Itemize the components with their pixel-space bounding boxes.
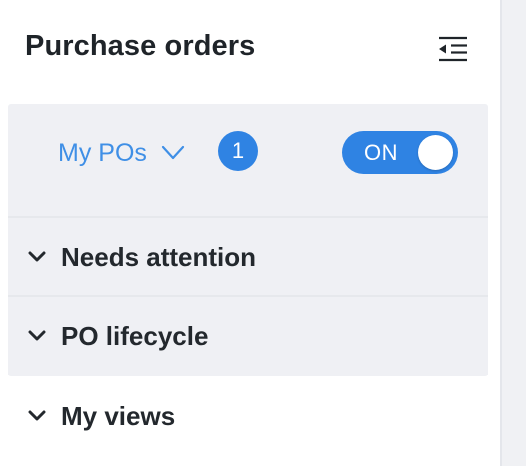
section-my-views[interactable]: My views <box>8 377 488 455</box>
toggle-knob <box>418 135 453 170</box>
sidebar-header: Purchase orders <box>0 0 500 100</box>
chevron-down-icon <box>161 145 185 161</box>
main-content-edge <box>500 0 526 466</box>
collapse-sidebar-button[interactable] <box>432 30 474 68</box>
collapse-menu-icon <box>439 36 467 62</box>
section-label: PO lifecycle <box>61 321 209 351</box>
my-pos-toggle[interactable]: ON <box>342 131 458 174</box>
section-label: Needs attention <box>61 242 257 272</box>
scope-dropdown[interactable]: My POs <box>58 135 185 171</box>
purchase-orders-sidebar: Purchase orders My POs 1 ON Needs attent… <box>0 0 500 466</box>
sidebar-border <box>500 0 502 466</box>
page-title: Purchase orders <box>25 30 256 62</box>
toggle-state-label: ON <box>364 140 398 165</box>
chevron-down-icon <box>28 377 46 455</box>
po-count-badge: 1 <box>218 131 258 171</box>
section-label: My views <box>61 401 176 431</box>
chevron-down-icon <box>28 297 46 375</box>
section-po-lifecycle[interactable]: PO lifecycle <box>8 297 488 375</box>
scope-dropdown-label: My POs <box>58 138 147 167</box>
chevron-down-icon <box>28 218 46 296</box>
section-needs-attention[interactable]: Needs attention <box>8 218 488 296</box>
